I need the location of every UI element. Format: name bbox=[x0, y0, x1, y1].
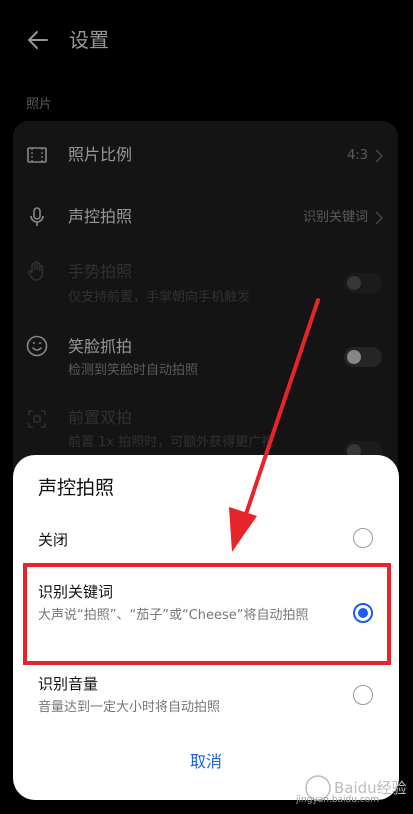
option-label: 识别音量 bbox=[38, 675, 99, 693]
watermark-url: jingyan.baidu.com bbox=[296, 795, 380, 805]
dialog-title: 声控拍照 bbox=[38, 477, 115, 499]
option-label: 关闭 bbox=[38, 531, 69, 549]
annotation-highlight-box bbox=[23, 563, 391, 665]
option-volume[interactable]: 识别音量 音量达到一定大小时将自动拍照 bbox=[13, 665, 399, 727]
settings-screen: 设置 照片 照片比例 4:3 声控拍照 识别关键词 手势拍照 仅支持前置，手掌朝… bbox=[0, 0, 413, 814]
radio-volume[interactable] bbox=[353, 685, 373, 705]
radio-off[interactable] bbox=[353, 528, 373, 548]
option-description: 音量达到一定大小时将自动拍照 bbox=[38, 700, 221, 715]
